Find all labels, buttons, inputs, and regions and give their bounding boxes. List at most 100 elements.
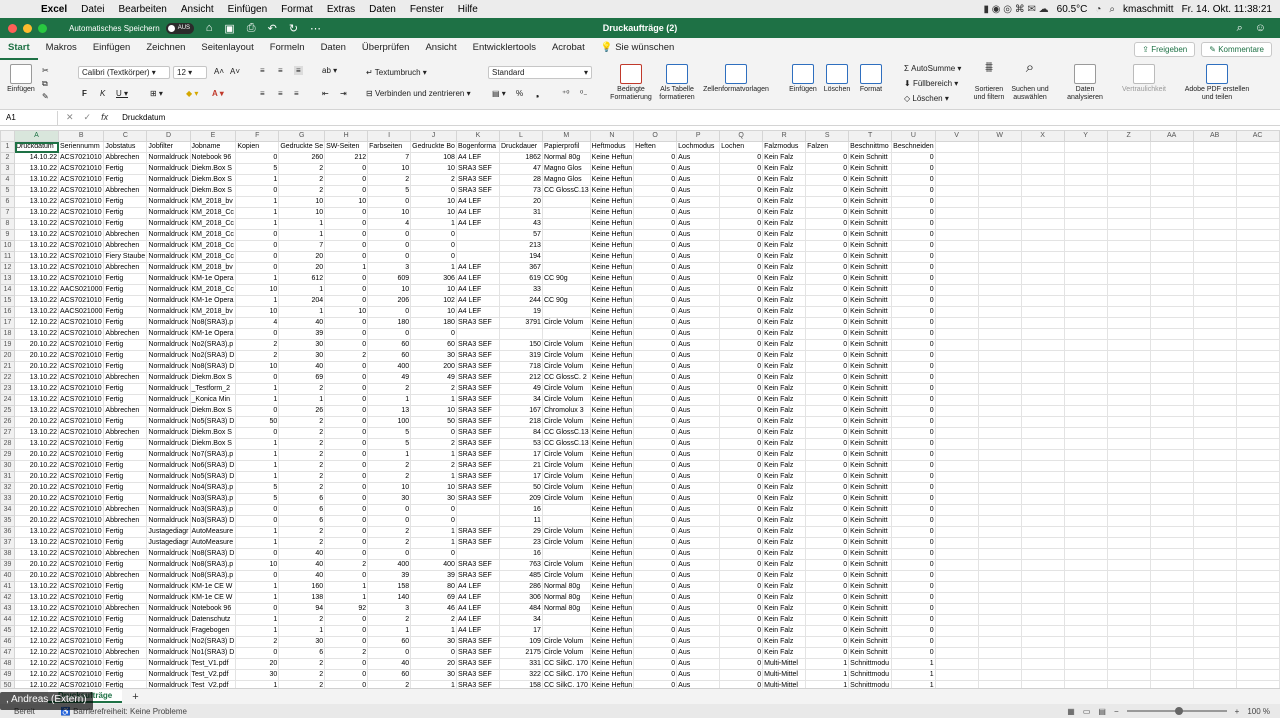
cell[interactable]: ACS7021010 (57, 460, 105, 472)
cell[interactable] (977, 460, 1022, 472)
cell[interactable]: 0 (805, 614, 850, 626)
cell[interactable] (1020, 174, 1065, 186)
cell[interactable]: Aus (676, 163, 721, 175)
cell[interactable]: 2 (278, 438, 326, 450)
cell[interactable]: Kein Schnitt (848, 284, 893, 296)
cell[interactable] (1192, 174, 1237, 186)
cell[interactable]: 0 (235, 515, 280, 527)
cell[interactable]: Kein Schnitt (848, 361, 893, 373)
cell[interactable]: CC SilkC. 170 (541, 669, 591, 681)
cell[interactable] (1235, 592, 1280, 604)
cell[interactable]: 13.10.22 (14, 372, 59, 384)
cell[interactable] (977, 658, 1022, 670)
cell[interactable] (934, 163, 979, 175)
cell[interactable]: Kein Schnitt (848, 405, 893, 417)
cell[interactable]: Fertig (103, 493, 148, 505)
cell[interactable]: 0 (719, 548, 764, 560)
cell[interactable]: 12.10.22 (14, 680, 59, 688)
cell[interactable]: 0 (324, 471, 369, 483)
cell[interactable]: ACS7021010 (57, 383, 105, 395)
cell[interactable]: Kein Falz (762, 163, 807, 175)
cell[interactable]: Fertig (103, 482, 148, 494)
cell[interactable]: 1 (235, 526, 280, 538)
cell[interactable] (455, 504, 500, 516)
cell[interactable]: Keine Heftun (589, 163, 635, 175)
row-header[interactable]: 13 (0, 273, 15, 285)
cell[interactable]: Keine Heftun (589, 625, 635, 637)
cell[interactable]: 0 (891, 251, 936, 263)
align-bottom-icon[interactable]: ≡ (294, 66, 303, 75)
cell[interactable]: Keine Heftun (589, 284, 635, 296)
cell[interactable]: Kein Falz (762, 570, 807, 582)
cell[interactable]: 0 (719, 405, 764, 417)
cell[interactable]: 0 (324, 427, 369, 439)
cell[interactable] (1192, 262, 1237, 274)
cell[interactable]: ACS7021010 (57, 416, 105, 428)
cell[interactable]: 0 (719, 196, 764, 208)
cell[interactable]: Keine Heftun (589, 647, 635, 659)
cell[interactable]: Kein Falz (762, 603, 807, 615)
cell[interactable] (1020, 614, 1065, 626)
cell[interactable] (1149, 636, 1194, 648)
column-header[interactable]: T (848, 130, 893, 142)
cell[interactable] (1192, 185, 1237, 197)
cell[interactable]: 0 (633, 218, 678, 230)
cell[interactable] (1020, 680, 1065, 688)
cell[interactable]: Kein Falz (762, 592, 807, 604)
cell[interactable]: 0 (891, 526, 936, 538)
cell[interactable] (934, 614, 979, 626)
cell[interactable]: Aus (676, 592, 721, 604)
cell[interactable]: 20.10.22 (14, 570, 59, 582)
zoom-out-icon[interactable]: − (1114, 707, 1119, 716)
cell[interactable] (934, 504, 979, 516)
cell[interactable] (541, 251, 591, 263)
row-header[interactable]: 3 (0, 163, 15, 175)
cell[interactable]: ACS7021010 (57, 559, 105, 571)
cell[interactable]: 28 (498, 174, 543, 186)
cell[interactable]: Kein Falz (762, 526, 807, 538)
undo-icon[interactable]: ↶ (268, 22, 277, 35)
cell[interactable]: Kein Falz (762, 449, 807, 461)
cell[interactable]: 4 (367, 218, 412, 230)
cell[interactable] (1063, 658, 1108, 670)
cell[interactable]: Kein Schnitt (848, 581, 893, 593)
cell[interactable]: 12.10.22 (14, 625, 59, 637)
cell[interactable] (1149, 559, 1194, 571)
cell[interactable] (977, 416, 1022, 428)
cell[interactable] (1063, 405, 1108, 417)
cell[interactable] (1235, 372, 1280, 384)
cell[interactable]: 13.10.22 (14, 163, 59, 175)
cell[interactable]: 2 (278, 174, 326, 186)
cell[interactable]: 2 (410, 438, 457, 450)
cell[interactable] (1020, 592, 1065, 604)
cell[interactable]: 5 (367, 185, 412, 197)
cell[interactable]: 0 (891, 614, 936, 626)
cell[interactable]: 0 (719, 570, 764, 582)
cell[interactable]: Aus (676, 559, 721, 571)
cell[interactable] (1106, 493, 1151, 505)
cell[interactable] (1106, 273, 1151, 285)
cell[interactable]: Normaldruck (146, 416, 191, 428)
cell[interactable]: 10 (367, 482, 412, 494)
column-header[interactable]: Y (1063, 130, 1108, 142)
cell[interactable] (1106, 394, 1151, 406)
cell[interactable] (1149, 350, 1194, 362)
cell[interactable]: ACS7021010 (57, 526, 105, 538)
cell[interactable]: Kein Falz (762, 482, 807, 494)
cell[interactable]: Aus (676, 339, 721, 351)
cell[interactable]: 20 (235, 658, 280, 670)
cell[interactable]: Normaldruck (146, 207, 191, 219)
cell[interactable] (1063, 229, 1108, 241)
cell[interactable]: 0 (719, 295, 764, 307)
wifi-icon[interactable]: ◔ (1095, 4, 1101, 15)
cell[interactable]: 20.10.22 (14, 449, 59, 461)
cell[interactable] (1106, 636, 1151, 648)
cell[interactable]: Keine Heftun (589, 614, 635, 626)
cell[interactable]: 2 (367, 614, 412, 626)
cell[interactable]: Aus (676, 306, 721, 318)
cell[interactable]: 0 (633, 482, 678, 494)
cell[interactable] (977, 218, 1022, 230)
cell[interactable]: 2 (278, 680, 326, 688)
cell[interactable] (1192, 471, 1237, 483)
cell[interactable]: 1 (235, 394, 280, 406)
